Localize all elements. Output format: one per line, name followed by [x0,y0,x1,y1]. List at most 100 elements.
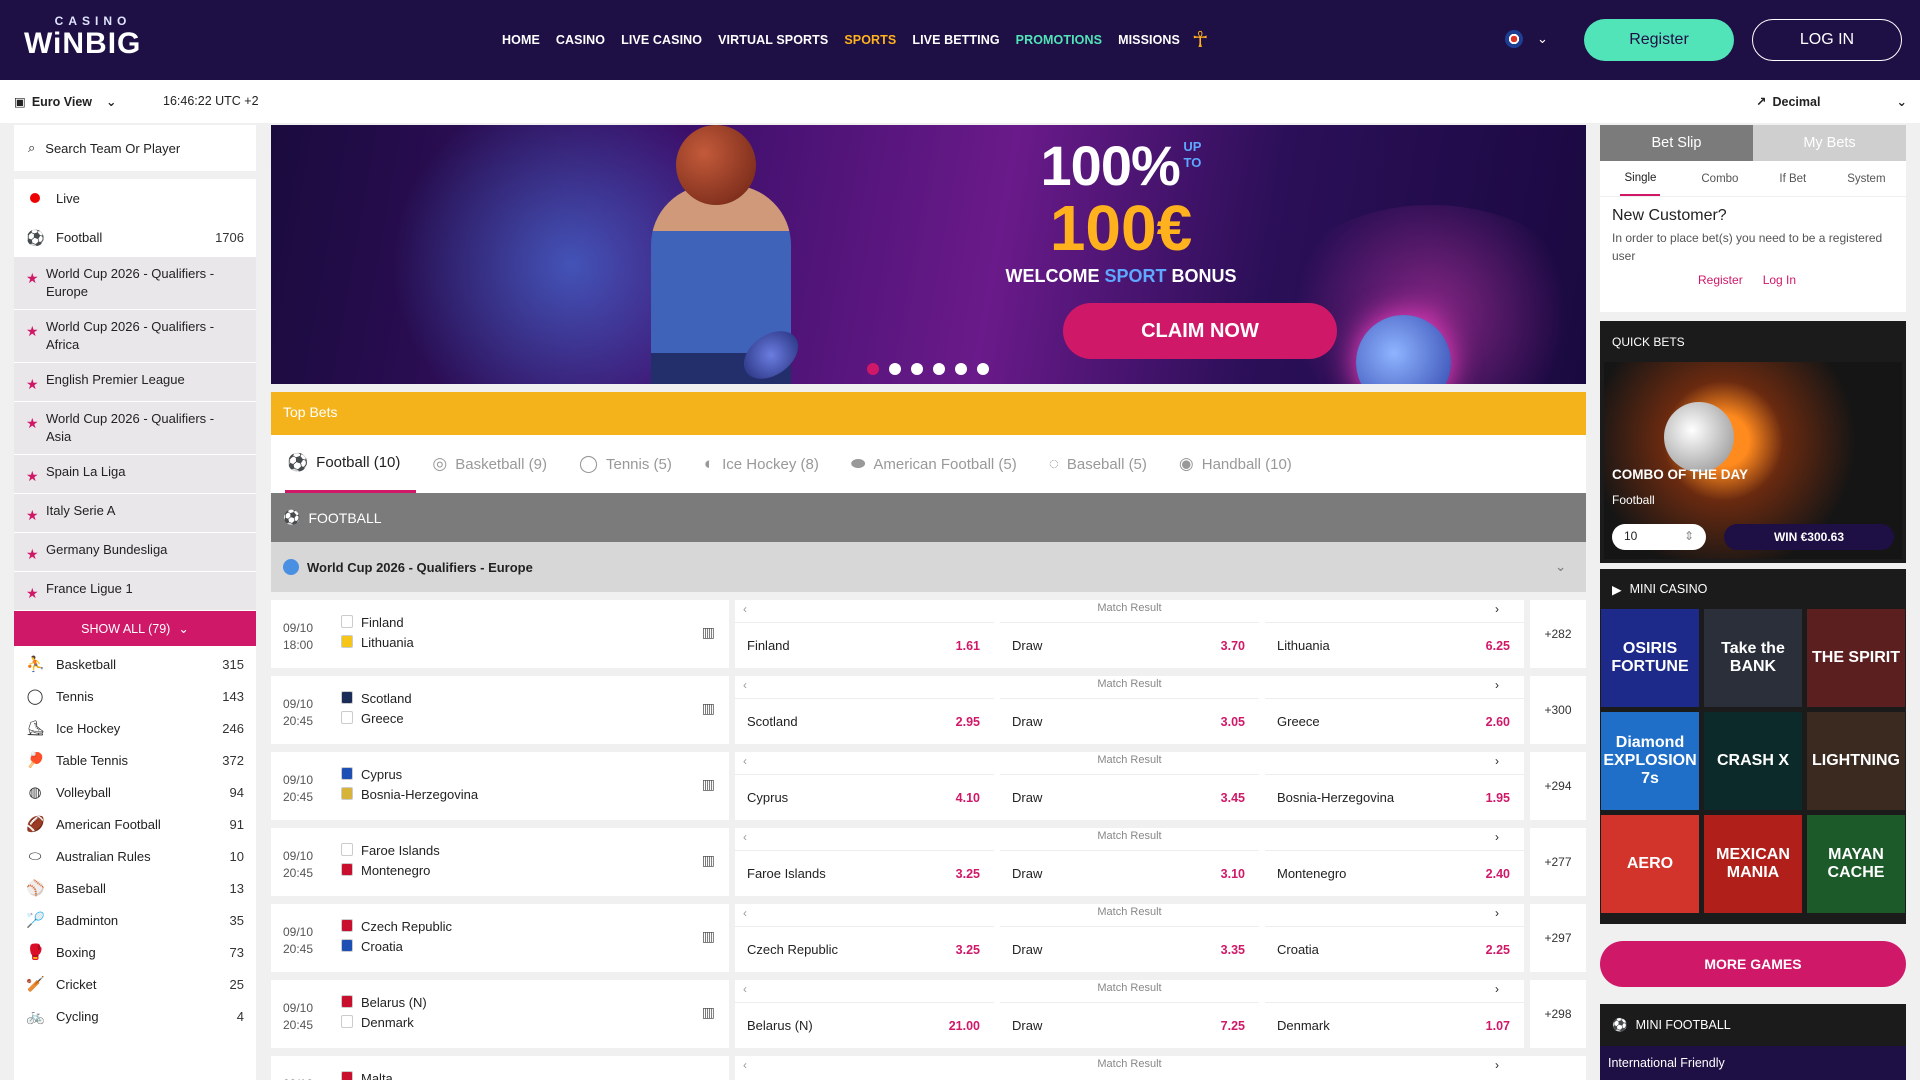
sport-tab[interactable]: ◯ Tennis (5) [577,435,688,493]
sidebar-item-badminton[interactable]: 🏸 Badminton 35 [14,904,256,936]
sidebar-item-basketball[interactable]: ⛹ Basketball 315 [14,648,256,680]
odd-draw[interactable]: Draw 3.45 [1000,774,1259,820]
chevron-right-icon[interactable]: › [1495,602,1499,616]
search-box[interactable]: ⌕ Search Team Or Player [14,125,256,179]
winbig-logo[interactable]: CASINO WiNBIG [24,14,154,66]
win-button[interactable]: WIN €300.63 [1724,524,1894,550]
stake-input[interactable]: 10 ⇕ [1612,524,1706,550]
match-info[interactable]: 09/10 18:00 Finland Lithuania ▥ [271,600,729,668]
more-games-button[interactable]: MORE GAMES [1600,941,1906,987]
tab-my-bets[interactable]: My Bets [1753,125,1906,161]
sidebar-item-table-tennis[interactable]: 🏓 Table Tennis 372 [14,744,256,776]
sport-tab[interactable]: ◉ Handball (10) [1177,435,1308,493]
stepper-icon[interactable]: ⇕ [1684,529,1694,543]
casino-game-tile[interactable]: LIGHTNING [1807,712,1905,810]
sport-tab[interactable]: ◌ Baseball (5) [1047,435,1163,493]
sidebar-item-football[interactable]: ⚽ Football 1706 [14,218,256,257]
odd-draw[interactable]: Draw 3.35 [1000,926,1259,972]
carousel-dot[interactable] [933,363,945,375]
sidebar-league-item[interactable]: ★ English Premier League [14,363,256,402]
casino-game-tile[interactable]: OSIRIS FORTUNE [1601,609,1699,707]
login-button[interactable]: LOG IN [1752,19,1902,61]
tab-single[interactable]: Single [1620,162,1661,196]
show-all-button[interactable]: SHOW ALL (79) ⌄ [14,611,256,646]
nav-missions[interactable]: MISSIONS [1118,33,1180,47]
casino-game-tile[interactable]: CRASH X [1704,712,1802,810]
tab-bet-slip[interactable]: Bet Slip [1600,125,1753,161]
more-markets-button[interactable]: +294 [1524,752,1586,820]
mini-football-subtitle[interactable]: International Friendly [1600,1046,1906,1080]
match-info[interactable]: 09/10 20:45 Faroe Islands Montenegro ▥ [271,828,729,896]
casino-game-tile[interactable]: Diamond EXPLOSION 7s [1601,712,1699,810]
more-markets-button[interactable]: +277 [1524,828,1586,896]
carousel-dot[interactable] [977,363,989,375]
tab-system[interactable]: System [1847,173,1885,185]
odd-home[interactable]: Czech Republic 3.25 [735,926,994,972]
sidebar-item-cycling[interactable]: 🚲 Cycling 4 [14,1000,256,1032]
odd-home[interactable]: Faroe Islands 3.25 [735,850,994,896]
nav-live-casino[interactable]: LIVE CASINO [621,33,702,47]
odd-away[interactable]: Montenegro 2.40 [1265,850,1524,896]
sidebar-league-item[interactable]: ★ World Cup 2026 - Qualifiers - Asia [14,402,256,455]
chevron-right-icon[interactable]: › [1495,1058,1499,1072]
nav-sports[interactable]: SPORTS [844,33,896,47]
carousel-dot[interactable] [889,363,901,375]
register-button[interactable]: Register [1584,19,1734,61]
sport-tab[interactable]: ⚽ Football (10) [285,435,417,493]
sport-tab[interactable]: ⬬ American Football (5) [849,435,1033,493]
chevron-right-icon[interactable]: › [1495,678,1499,692]
sport-tab[interactable]: ◎ Basketball (9) [430,435,563,493]
nav-virtual-sports[interactable]: VIRTUAL SPORTS [718,33,828,47]
odd-draw[interactable]: Draw 3.10 [1000,850,1259,896]
carousel-dot[interactable] [911,363,923,375]
stats-icon[interactable]: ▥ [702,776,715,793]
stats-icon[interactable]: ▥ [702,852,715,869]
sidebar-item-australian-rules[interactable]: ⬭ Australian Rules 10 [14,840,256,872]
betslip-login-link[interactable]: Log In [1763,273,1796,287]
odd-home[interactable]: Scotland 2.95 [735,698,994,744]
sidebar-item-live[interactable]: Live [14,179,256,218]
stats-icon[interactable]: ▥ [702,928,715,945]
sport-tab[interactable]: ◐ Ice Hockey (8) [702,435,835,493]
casino-game-tile[interactable]: MEXICAN MANIA [1704,815,1802,913]
carousel-dot[interactable] [955,363,967,375]
nav-live-betting[interactable]: LIVE BETTING [912,33,999,47]
odd-home[interactable]: Cyprus 4.10 [735,774,994,820]
language-selector[interactable]: ⌄ [1505,30,1548,48]
chevron-right-icon[interactable]: › [1495,906,1499,920]
nav-casino[interactable]: CASINO [556,33,605,47]
chevron-right-icon[interactable]: › [1495,754,1499,768]
chevron-right-icon[interactable]: › [1495,982,1499,996]
competition-header[interactable]: World Cup 2026 - Qualifiers - Europe ⌄ [271,542,1586,592]
sidebar-league-item[interactable]: ★ World Cup 2026 - Qualifiers - Europe [14,257,256,310]
odd-away[interactable]: Greece 2.60 [1265,698,1524,744]
odd-draw[interactable]: Draw 3.70 [1000,622,1259,668]
sidebar-item-american-football[interactable]: 🏈 American Football 91 [14,808,256,840]
odd-away[interactable]: Croatia 2.25 [1265,926,1524,972]
odd-draw[interactable]: Draw 7.25 [1000,1002,1259,1048]
stats-icon[interactable]: ▥ [702,700,715,717]
odd-home[interactable]: Belarus (N) 21.00 [735,1002,994,1048]
match-info[interactable]: 09/10 20:45 Scotland Greece ▥ [271,676,729,744]
casino-game-tile[interactable]: MAYAN CACHE [1807,815,1905,913]
stats-icon[interactable]: ▥ [702,1004,715,1021]
odd-away[interactable]: Bosnia-Herzegovina 1.95 [1265,774,1524,820]
match-info[interactable]: 09/10 20:45 Belarus (N) Denmark ▥ [271,980,729,1048]
chevron-right-icon[interactable]: › [1495,830,1499,844]
view-selector[interactable]: ▣ Euro View ⌄ [14,94,117,110]
odd-home[interactable]: Finland 1.61 [735,622,994,668]
odd-draw[interactable]: Draw 3.05 [1000,698,1259,744]
more-markets-button[interactable]: +282 [1524,600,1586,668]
tab-if-bet[interactable]: If Bet [1779,173,1806,185]
nav-home[interactable]: HOME [502,33,540,47]
casino-game-tile[interactable]: Take the BANK [1704,609,1802,707]
casino-game-tile[interactable]: AERO [1601,815,1699,913]
nav-promotions[interactable]: PROMOTIONS [1016,33,1102,47]
sidebar-league-item[interactable]: ★ France Ligue 1 [14,572,256,611]
odd-away[interactable]: Denmark 1.07 [1265,1002,1524,1048]
sidebar-league-item[interactable]: ★ Germany Bundesliga [14,533,256,572]
tab-combo[interactable]: Combo [1701,173,1738,185]
odds-format-selector[interactable]: ↗ Decimal ⌄ [1756,94,1907,110]
match-info[interactable]: 09/10 Malta [271,1056,729,1080]
more-markets-button[interactable]: +300 [1524,676,1586,744]
